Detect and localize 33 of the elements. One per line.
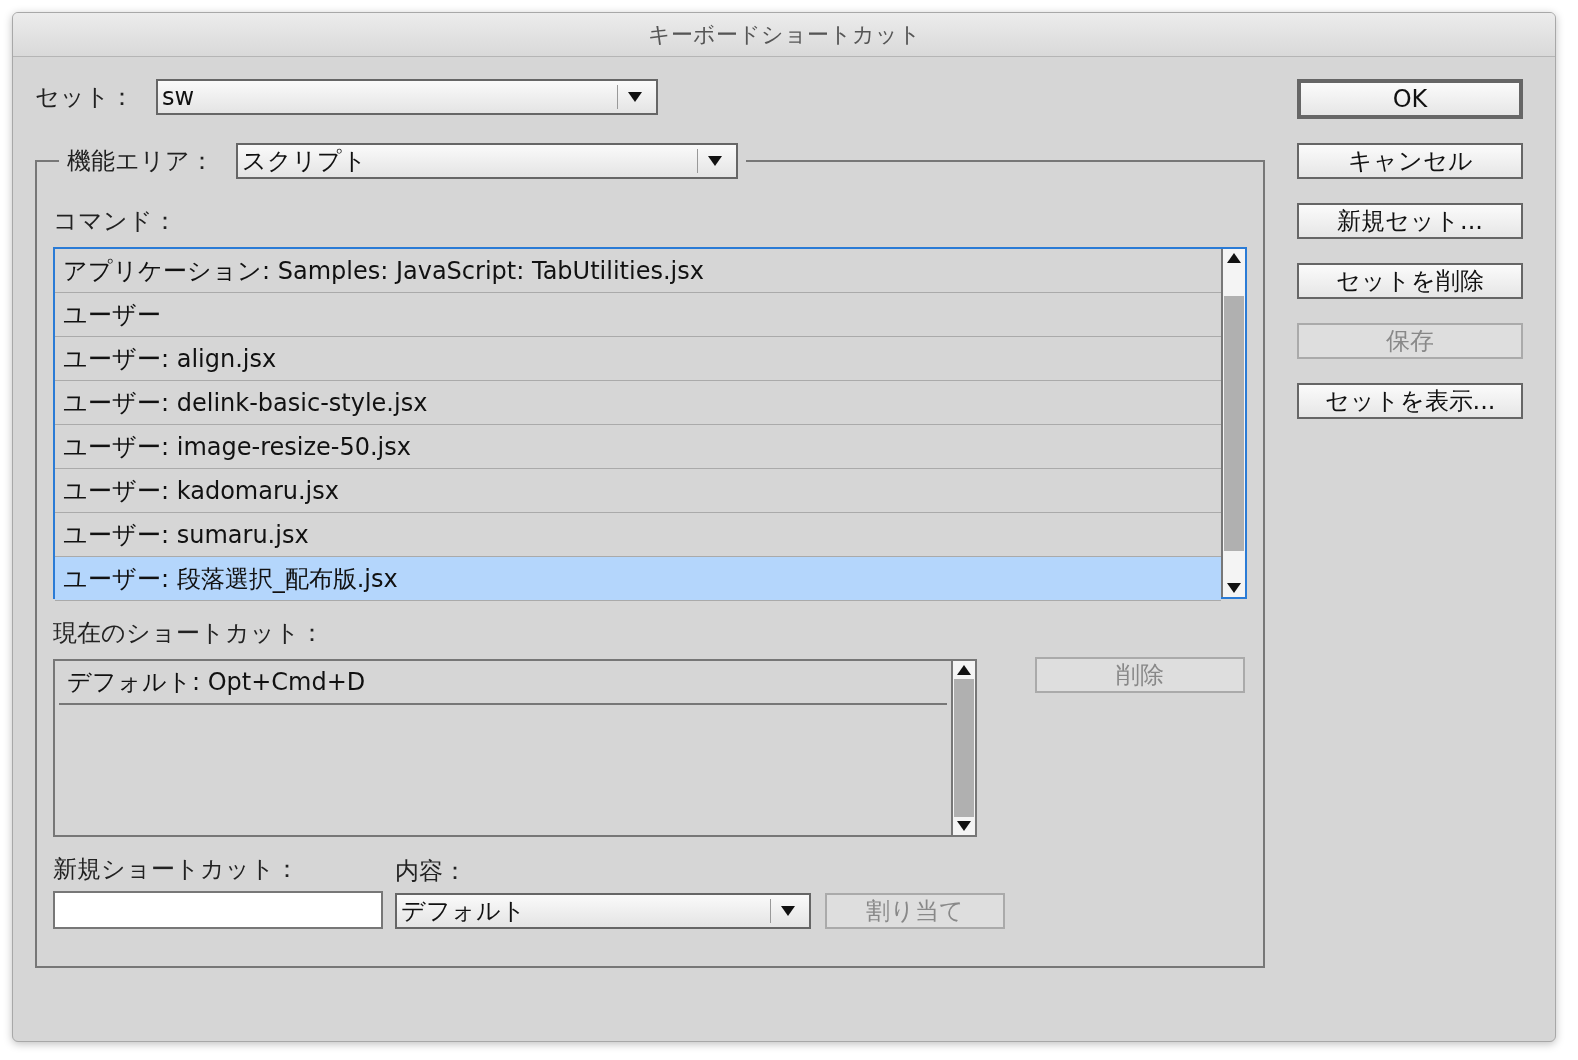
caret-icon	[628, 92, 642, 102]
command-item[interactable]: ユーザー: 段落選択_配布版.jsx	[55, 557, 1221, 601]
set-label: セット：	[35, 82, 134, 113]
dropdown[interactable]: sw	[156, 79, 658, 115]
window-title: キーボードショートカット	[647, 20, 921, 49]
dialog-button[interactable]: セットを削除	[1297, 263, 1523, 299]
dialog-button[interactable]: 新規セット...	[1297, 203, 1523, 239]
command-item[interactable]: ユーザー: align.jsx	[55, 337, 1221, 381]
new-shortcut-label: 新規ショートカット：	[53, 854, 300, 885]
area-label: 機能エリア：	[67, 146, 214, 177]
scroll-bar[interactable]	[951, 661, 975, 835]
scroll-up-icon[interactable]	[1227, 253, 1241, 263]
dialog-button[interactable]: セットを表示...	[1297, 383, 1523, 419]
command-item[interactable]: ユーザー	[55, 293, 1221, 337]
command-label: コマンド：	[53, 206, 178, 237]
command-item[interactable]: ユーザー: image-resize-50.jsx	[55, 425, 1221, 469]
shortcut-item[interactable]: デフォルト: Opt+Cmd+D	[59, 661, 947, 705]
command-item[interactable]: アプリケーション: Samples: JavaScript: TabUtilities.jsx	[55, 249, 1221, 293]
scroll-down-icon[interactable]	[957, 821, 971, 831]
caret-icon	[781, 906, 795, 916]
command-item[interactable]: ユーザー: kadomaru.jsx	[55, 469, 1221, 513]
caret-icon	[708, 156, 722, 166]
context-label: 内容：	[395, 856, 468, 887]
shortcut-input-field[interactable]	[53, 891, 383, 929]
dropdown[interactable]: スクリプト	[236, 143, 738, 179]
scroll-down-icon[interactable]	[1227, 583, 1241, 593]
dropdown[interactable]: デフォルト	[395, 893, 811, 929]
current-shortcut-label: 現在のショートカット：	[53, 618, 325, 649]
scroll-bar[interactable]	[1221, 249, 1245, 597]
dialog-button[interactable]: OK	[1297, 79, 1523, 119]
command-item[interactable]: ユーザー: delink-basic-style.jsx	[55, 381, 1221, 425]
dialog-button[interactable]: キャンセル	[1297, 143, 1523, 179]
scroll-up-icon[interactable]	[957, 665, 971, 675]
